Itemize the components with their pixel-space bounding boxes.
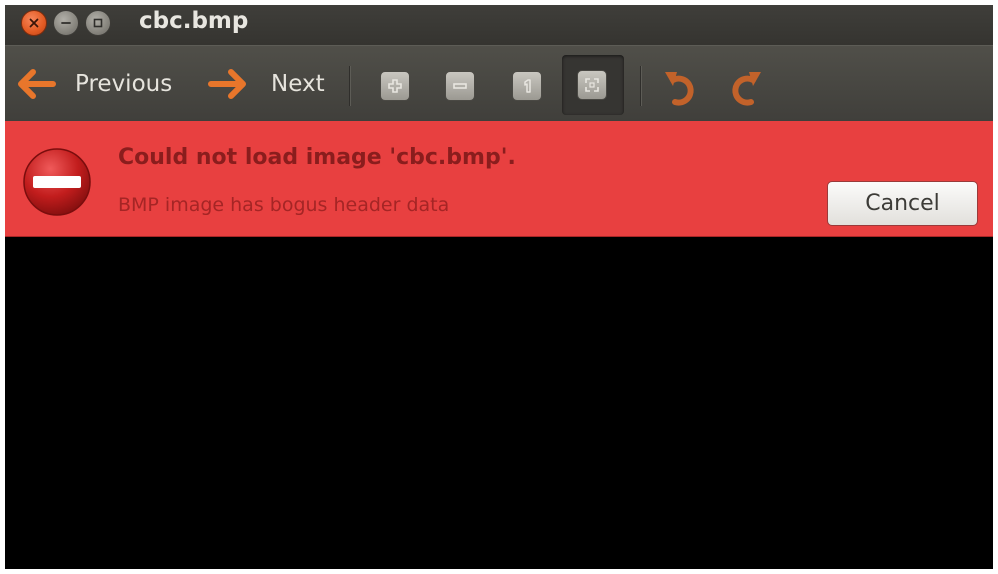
zoom-in-icon — [388, 79, 402, 93]
rotate-right-icon — [732, 72, 761, 106]
zoom-fit-button[interactable] — [577, 70, 607, 100]
toolbar-separator — [640, 66, 641, 106]
image-display-area[interactable] — [5, 237, 993, 569]
zoom-normal-icon — [524, 79, 531, 93]
window-title: cbc.bmp — [139, 8, 249, 34]
arrow-left-icon — [18, 69, 56, 99]
minimize-button[interactable] — [53, 10, 79, 36]
rotate-right-button[interactable] — [725, 66, 765, 114]
zoom-fit-button-active[interactable] — [562, 55, 624, 115]
maximize-button[interactable] — [85, 10, 111, 36]
toolbar: Previous Next — [5, 45, 993, 121]
title-bar: cbc.bmp — [5, 5, 993, 45]
maximize-icon — [93, 18, 103, 28]
error-icon-wrap — [21, 146, 93, 222]
error-infobar: Could not load image 'cbc.bmp'. BMP imag… — [5, 121, 993, 237]
zoom-out-icon — [453, 83, 467, 89]
error-title: Could not load image 'cbc.bmp'. — [118, 145, 516, 170]
previous-button[interactable]: Previous — [15, 46, 172, 122]
zoom-out-button[interactable] — [445, 71, 475, 101]
arrow-right-icon — [208, 69, 246, 99]
close-button[interactable] — [21, 10, 47, 36]
next-label: Next — [271, 71, 325, 97]
next-button[interactable]: Next — [207, 46, 325, 122]
zoom-in-button[interactable] — [380, 71, 410, 101]
rotate-left-button[interactable] — [661, 66, 701, 114]
minimize-icon — [61, 22, 71, 24]
previous-label: Previous — [75, 71, 173, 97]
image-viewer-window: cbc.bmp Previous Next Could not load ima… — [5, 5, 993, 569]
rotate-left-icon — [665, 72, 694, 106]
error-message: BMP image has bogus header data — [118, 194, 450, 216]
zoom-normal-button[interactable] — [512, 71, 542, 101]
error-icon — [23, 148, 91, 216]
zoom-fit-icon — [585, 78, 599, 92]
toolbar-separator — [349, 66, 350, 106]
cancel-button[interactable]: Cancel — [827, 181, 978, 226]
close-icon — [29, 18, 39, 28]
